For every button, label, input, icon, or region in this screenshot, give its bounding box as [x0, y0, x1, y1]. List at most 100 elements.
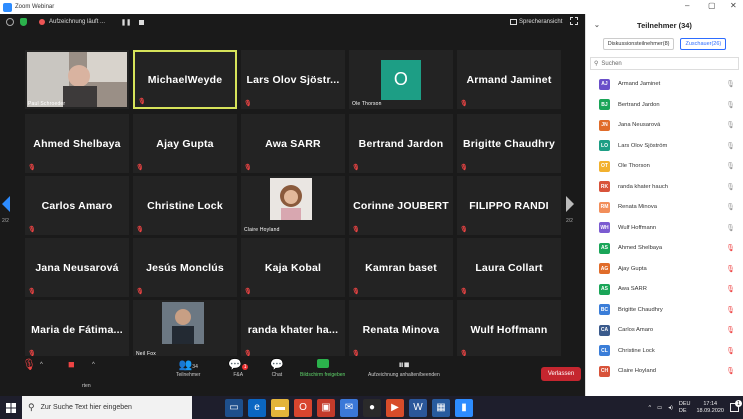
fullscreen-icon[interactable]: [570, 17, 578, 25]
clock[interactable]: 17:14 18.09.2020: [696, 401, 724, 415]
participants-button[interactable]: 👥34 Teilnehmer: [176, 358, 200, 378]
video-options[interactable]: ^: [92, 362, 95, 368]
task-view-icon[interactable]: ▭: [225, 398, 243, 417]
participant-tile[interactable]: randa khater ha... 🎙: [241, 300, 345, 359]
network-icon[interactable]: ▭: [657, 405, 662, 411]
participant-list-item[interactable]: RK randa khater hauch 🎙: [586, 177, 743, 198]
pause-recording-icon[interactable]: ❚❚: [121, 19, 131, 26]
media-icon[interactable]: ▶: [386, 398, 404, 417]
participant-list-item[interactable]: AS Awa SARR 🎙: [586, 279, 743, 300]
participant-tile[interactable]: O Ole Thorson: [349, 50, 453, 109]
participant-tile[interactable]: Christine Lock 🎙: [133, 176, 237, 235]
participant-tile[interactable]: Kamran baset 🎙: [349, 238, 453, 297]
record-control[interactable]: ⏸⏹ Aufzeichnung anhalten/beenden: [368, 358, 440, 378]
participant-list-item[interactable]: AG Ajay Gupta 🎙: [586, 259, 743, 280]
participant-tile[interactable]: Paul Schroeder: [25, 50, 129, 109]
mic-muted-icon: 🎙: [726, 245, 735, 253]
mic-icon: 🎙: [726, 204, 735, 212]
participant-tile[interactable]: Renata Minova 🎙: [349, 300, 453, 359]
arrow-left-icon: [2, 196, 10, 212]
speaker-view-button[interactable]: Sprecheransicht: [510, 17, 562, 27]
language-indicator[interactable]: DEU DE: [679, 401, 691, 415]
participant-tile[interactable]: Brigitte Chaudhry 🎙: [457, 114, 561, 173]
tab-panelists[interactable]: Diskussionsteilnehmer(8): [602, 38, 675, 50]
start-button[interactable]: [0, 396, 22, 419]
participant-tile[interactable]: Awa SARR 🎙: [241, 114, 345, 173]
file-explorer-icon[interactable]: ▬: [271, 398, 289, 417]
participant-list-item[interactable]: CL Christine Lock 🎙: [586, 341, 743, 362]
participant-list-item[interactable]: AS Ahmed Shelbaya 🎙: [586, 238, 743, 259]
participant-tile[interactable]: Corinne JOUBERT 🎙: [349, 176, 453, 235]
word-icon[interactable]: W: [409, 398, 427, 417]
taskbar-search-input[interactable]: ⚲ Zur Suche Text hier eingeben: [22, 396, 192, 419]
participants-icon: 👥34: [178, 359, 198, 371]
participant-list-item[interactable]: JN Jana Neusarová 🎙: [586, 115, 743, 136]
meeting-topbar: Aufzeichnung läuft ... ❚❚ Sprecheransich…: [0, 14, 585, 30]
participant-tile[interactable]: Lars Olov Sjöstr... 🎙: [241, 50, 345, 109]
participant-list-item[interactable]: BJ Bertrand Jardon 🎙: [586, 95, 743, 116]
tab-attendees[interactable]: Zuschauer(26): [680, 38, 727, 50]
participant-list-item[interactable]: WH Wulf Hoffmann 🎙: [586, 218, 743, 239]
participant-list-item[interactable]: LO Lars Olov Sjöström 🎙: [586, 136, 743, 157]
participant-list-item[interactable]: AJ Armand Jaminet 🎙: [586, 74, 743, 95]
participant-tile[interactable]: MichaelWeyde 🎙: [133, 50, 237, 109]
leave-button[interactable]: Verlassen: [541, 367, 581, 381]
participant-tile[interactable]: Ahmed Shelbaya 🎙: [25, 114, 129, 173]
opera-icon[interactable]: O: [294, 398, 312, 417]
edge-icon[interactable]: e: [248, 398, 266, 417]
qa-label: F&A: [233, 372, 244, 378]
participant-tile[interactable]: Armand Jaminet 🎙: [457, 50, 561, 109]
app-icon[interactable]: ▣: [317, 398, 335, 417]
next-page-button[interactable]: 2/2: [563, 194, 577, 224]
qa-icon: 💬 1: [228, 359, 249, 371]
shield-icon[interactable]: [20, 18, 27, 26]
info-icon[interactable]: [6, 18, 14, 26]
collapse-panel-icon[interactable]: ⌄: [594, 21, 600, 29]
participant-name: Corinne JOUBERT: [353, 199, 449, 212]
participant-list-item[interactable]: BC Brigitte Chaudhry 🎙: [586, 300, 743, 321]
close-button[interactable]: ✕: [730, 1, 737, 10]
audio-control[interactable]: 🎙: [22, 358, 36, 372]
participant-tile[interactable]: Wulf Hoffmann 🎙: [457, 300, 561, 359]
minimize-button[interactable]: –: [685, 1, 689, 10]
share-screen-button[interactable]: Bildschirm freigeben: [300, 358, 345, 378]
prev-page-button[interactable]: 2/2: [0, 194, 12, 224]
participant-tile[interactable]: Bertrand Jardon 🎙: [349, 114, 453, 173]
participant-tile[interactable]: Neil Fox: [133, 300, 237, 359]
notification-icon[interactable]: 1: [730, 400, 742, 412]
participant-name: Jana Neusarová: [35, 261, 119, 274]
participant-list-item[interactable]: CH Claire Hoyland 🎙: [586, 361, 743, 382]
mic-muted-icon: 🎙: [136, 165, 144, 171]
participant-name: MichaelWeyde: [147, 73, 223, 86]
participant-name: Maria de Fátima...: [31, 323, 123, 336]
mail-icon[interactable]: ✉: [340, 398, 358, 417]
volume-icon[interactable]: ◂): [668, 405, 673, 411]
participant-initials-avatar: AG: [599, 263, 610, 275]
stop-recording-icon[interactable]: [139, 19, 145, 25]
tray-chevron-icon[interactable]: ^: [648, 405, 651, 411]
participant-name: Ajay Gupta: [156, 137, 214, 150]
participant-list-item[interactable]: RM Renata Minova 🎙: [586, 197, 743, 218]
chat-button[interactable]: 💬 Chat: [270, 358, 284, 378]
search-icon: ⚲: [594, 61, 599, 67]
participant-list-item[interactable]: OT Ole Thorson 🎙: [586, 156, 743, 177]
windows-taskbar: ⚲ Zur Suche Text hier eingeben ▭ e ▬ O ▣…: [0, 396, 743, 419]
participant-tile[interactable]: Maria de Fátima... 🎙: [25, 300, 129, 359]
qa-button[interactable]: 💬 1 F&A: [228, 358, 249, 378]
participant-tile[interactable]: Ajay Gupta 🎙: [133, 114, 237, 173]
participant-tile[interactable]: Kaja Kobal 🎙: [241, 238, 345, 297]
zoom-taskbar-icon[interactable]: ▮: [455, 398, 473, 417]
chrome-icon[interactable]: ●: [363, 398, 381, 417]
participant-tile[interactable]: Laura Collart 🎙: [457, 238, 561, 297]
maximize-button[interactable]: ▢: [708, 1, 716, 10]
participant-list-item[interactable]: CA Carlos Amaro 🎙: [586, 320, 743, 341]
participant-tile[interactable]: Carlos Amaro 🎙: [25, 176, 129, 235]
participant-tile[interactable]: Claire Hoyland: [241, 176, 345, 235]
photos-icon[interactable]: ▦: [432, 398, 450, 417]
participant-search-input[interactable]: ⚲ Suchen: [590, 57, 739, 70]
video-control[interactable]: ■: [68, 358, 75, 372]
participant-tile[interactable]: Jana Neusarová 🎙: [25, 238, 129, 297]
participant-tile[interactable]: Jesús Monclús 🎙: [133, 238, 237, 297]
participant-tile[interactable]: FILIPPO RANDI 🎙: [457, 176, 561, 235]
audio-options[interactable]: ^: [40, 362, 43, 368]
